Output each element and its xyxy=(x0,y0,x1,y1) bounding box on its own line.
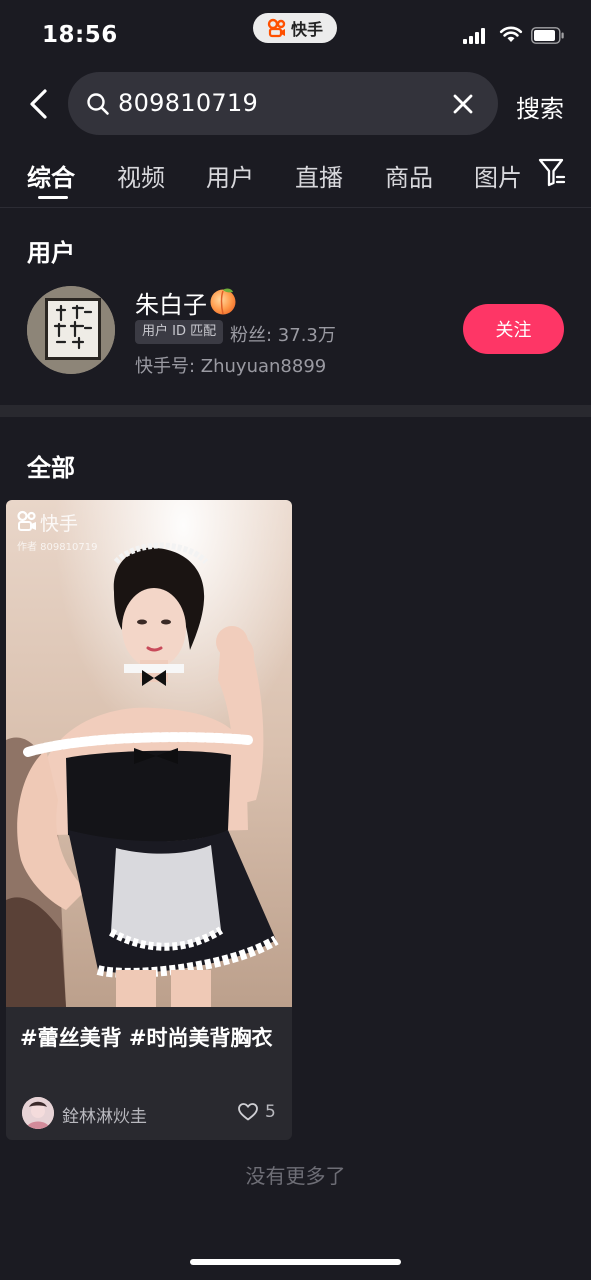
watermark-author: 作者 809810719 xyxy=(17,542,98,553)
video-caption[interactable]: #蕾丝美背 #时尚美背胸衣 xyxy=(20,1022,280,1055)
filter-icon[interactable] xyxy=(538,157,566,187)
id-match-badge: 用户 ID 匹配 xyxy=(135,320,224,344)
back-arrow-icon[interactable] xyxy=(26,88,52,120)
clear-icon[interactable] xyxy=(452,93,474,115)
video-thumbnail-image xyxy=(6,500,292,1007)
kuaishou-watermark-text: 快手 xyxy=(40,513,79,535)
peach-emoji-icon xyxy=(210,288,236,315)
no-more-results: 没有更多了 xyxy=(245,1164,346,1188)
active-tab-indicator xyxy=(38,196,68,199)
kuaishou-id: 快手号: Zhuyuan8899 xyxy=(135,356,327,377)
home-indicator[interactable] xyxy=(190,1259,401,1265)
user-name[interactable]: 朱白子 xyxy=(135,285,207,320)
tab-comprehensive[interactable]: 综合 xyxy=(27,158,75,193)
user-avatar[interactable] xyxy=(27,286,115,374)
signal-icon xyxy=(463,28,485,44)
like-count: 5 xyxy=(265,1102,276,1122)
search-input[interactable]: 809810719 xyxy=(118,89,258,117)
follow-button[interactable]: 关注 xyxy=(463,304,564,354)
status-time: 18:56 xyxy=(42,22,118,48)
avatar-calligraphy-image xyxy=(27,286,115,374)
tab-products[interactable]: 商品 xyxy=(385,158,433,193)
section-divider xyxy=(0,405,591,417)
kuaishou-watermark-logo-icon xyxy=(17,510,36,531)
tab-users[interactable]: 用户 xyxy=(206,158,254,193)
fan-count: 粉丝: 37.3万 xyxy=(230,325,336,346)
author-name[interactable]: 銓林淋炏圭 xyxy=(62,1102,147,1127)
all-section-title: 全部 xyxy=(27,454,75,482)
tab-images[interactable]: 图片 xyxy=(474,158,522,193)
tab-live[interactable]: 直播 xyxy=(295,158,343,193)
tab-video[interactable]: 视频 xyxy=(117,158,165,193)
wifi-icon xyxy=(499,26,523,42)
app-pill-label: 快手 xyxy=(290,20,323,39)
kuaishou-logo-icon xyxy=(267,18,286,38)
video-thumbnail[interactable] xyxy=(6,500,292,1007)
search-button[interactable]: 搜索 xyxy=(516,89,564,124)
author-avatar[interactable] xyxy=(22,1097,54,1129)
app-pill[interactable]: 快手 xyxy=(253,13,337,43)
heart-icon[interactable] xyxy=(238,1103,258,1121)
author-avatar-image xyxy=(22,1097,54,1129)
tabs-divider xyxy=(0,207,591,208)
users-section-title: 用户 xyxy=(27,239,75,267)
search-icon xyxy=(87,93,109,115)
battery-icon xyxy=(531,27,564,44)
